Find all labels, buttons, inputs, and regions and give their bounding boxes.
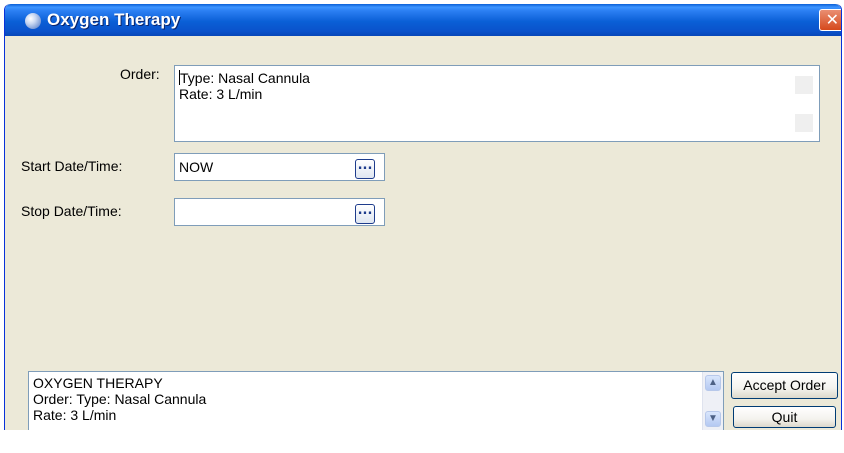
close-button[interactable]: ✕ [819, 9, 841, 31]
order-textbox[interactable]: Type: Nasal Cannula Rate: 3 L/min [174, 65, 820, 142]
oxygen-therapy-dialog: Oxygen Therapy ✕ Order: Type: Nasal Cann… [4, 4, 842, 430]
accept-order-button[interactable]: Accept Order [731, 372, 838, 399]
summary-line: OXYGEN THERAPY [33, 375, 163, 391]
title-bar[interactable]: Oxygen Therapy ✕ [5, 4, 841, 36]
start-date-input[interactable]: NOW [174, 153, 385, 181]
stop-date-label: Stop Date/Time: [21, 203, 122, 219]
close-icon: ✕ [825, 10, 839, 29]
start-date-label: Start Date/Time: [21, 158, 123, 174]
scroll-up-arrow-icon[interactable]: ▲ [705, 375, 721, 391]
order-line-type: Type: Nasal Cannula [179, 70, 310, 86]
ellipsis-icon: ... [357, 203, 373, 218]
stop-date-input[interactable] [174, 198, 385, 226]
summary-scrollbar[interactable]: ▲ ▼ [702, 372, 723, 430]
app-globe-icon [25, 13, 41, 29]
background-strip [0, 430, 844, 453]
scroll-down-arrow-icon[interactable]: ▼ [705, 411, 721, 427]
ellipsis-icon: ... [357, 158, 373, 173]
order-label: Order: [120, 66, 160, 82]
summary-line: Rate: 3 L/min [33, 407, 117, 423]
order-line-rate: Rate: 3 L/min [179, 86, 263, 102]
order-summary-box[interactable]: OXYGEN THERAPY Order: Type: Nasal Cannul… [28, 371, 724, 430]
order-scroll-up-hint [795, 76, 813, 94]
quit-button[interactable]: Quit [733, 406, 836, 428]
window-title: Oxygen Therapy [47, 10, 181, 29]
order-scroll-down-hint [795, 114, 813, 132]
stop-date-picker-button[interactable]: ... [355, 204, 375, 224]
summary-line: Order: Type: Nasal Cannula [33, 391, 207, 407]
start-date-picker-button[interactable]: ... [355, 159, 375, 179]
